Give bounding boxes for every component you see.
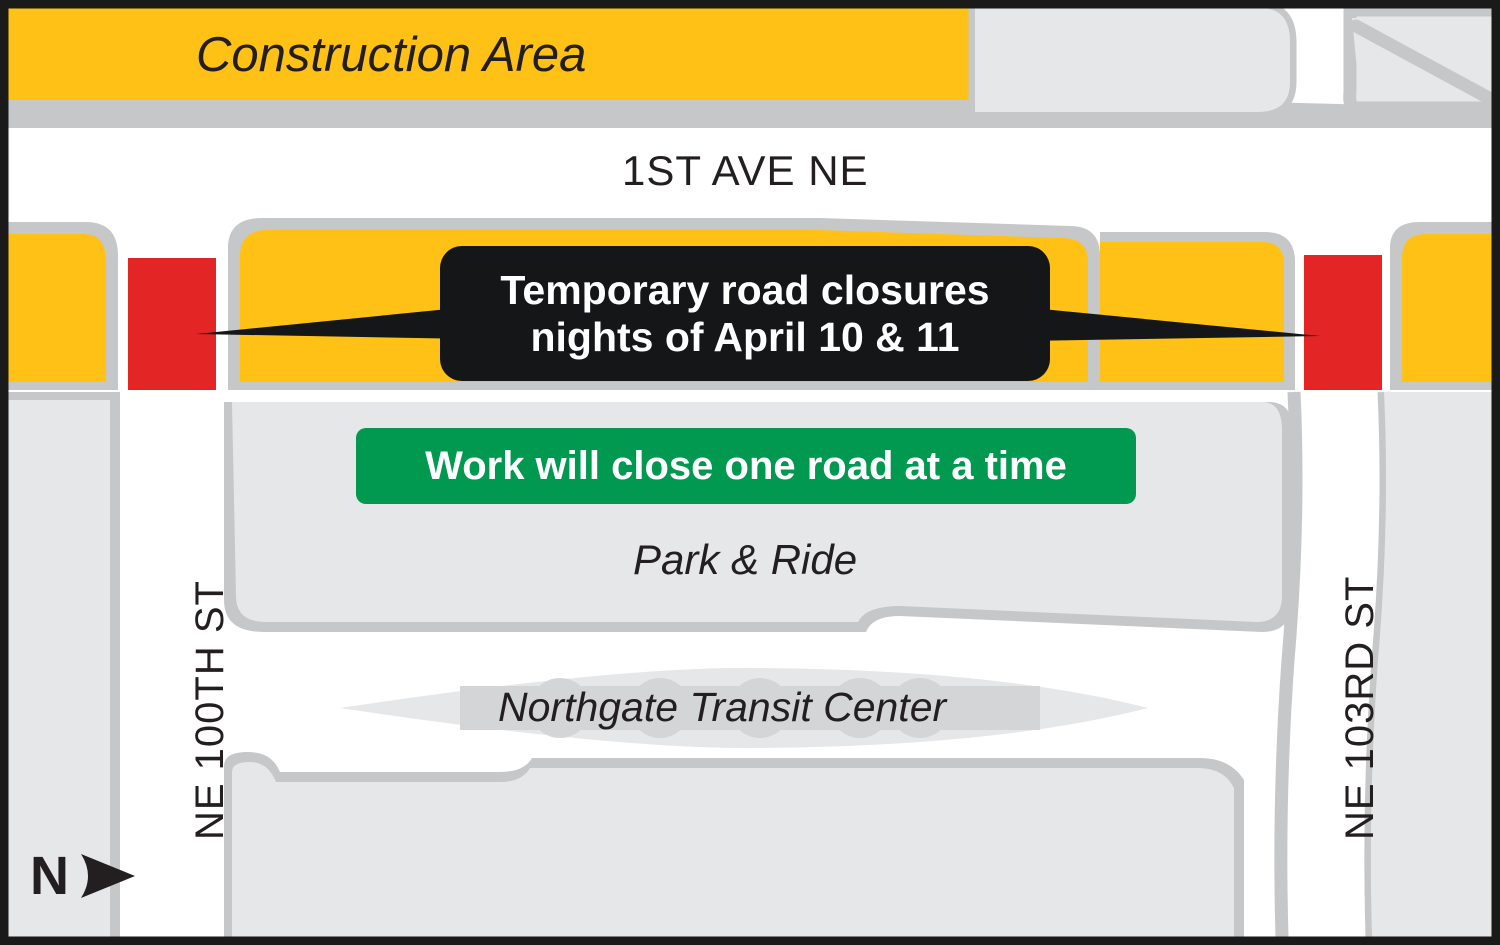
- callout-line-2: nights of April 10 & 11: [530, 313, 960, 360]
- north-indicator: N: [30, 845, 139, 907]
- construction-area-block-north: [8, 8, 975, 100]
- first-ave-ne-roadway: [8, 128, 1500, 212]
- closure-block-right: [1304, 255, 1382, 390]
- bus-bay-2: [630, 678, 690, 738]
- arrow-right-icon: [81, 854, 135, 898]
- work-notice-text: Work will close one road at a time: [425, 443, 1067, 488]
- road-closure-callout: Temporary road closures nights of April …: [440, 246, 1050, 381]
- parcel-north-right-fill: [975, 8, 1290, 112]
- bus-bay-4: [830, 678, 890, 738]
- bus-bay-5: [890, 678, 950, 738]
- bus-bay-3: [730, 678, 790, 738]
- work-notice-banner: Work will close one road at a time: [356, 428, 1136, 504]
- callout-line-1: Temporary road closures: [500, 266, 990, 313]
- map-figure: Construction Area 1ST AVE NE Park & Ride…: [0, 0, 1500, 945]
- closure-block-left: [128, 258, 216, 390]
- bus-bay-1: [530, 678, 590, 738]
- construction-block-mid-left: [0, 234, 106, 382]
- construction-block-mid-centerright: [1100, 242, 1284, 382]
- construction-block-mid-right: [1402, 234, 1500, 382]
- parcel-southeast: [1370, 392, 1500, 937]
- parcel-south: [232, 762, 1234, 937]
- north-letter: N: [30, 846, 69, 906]
